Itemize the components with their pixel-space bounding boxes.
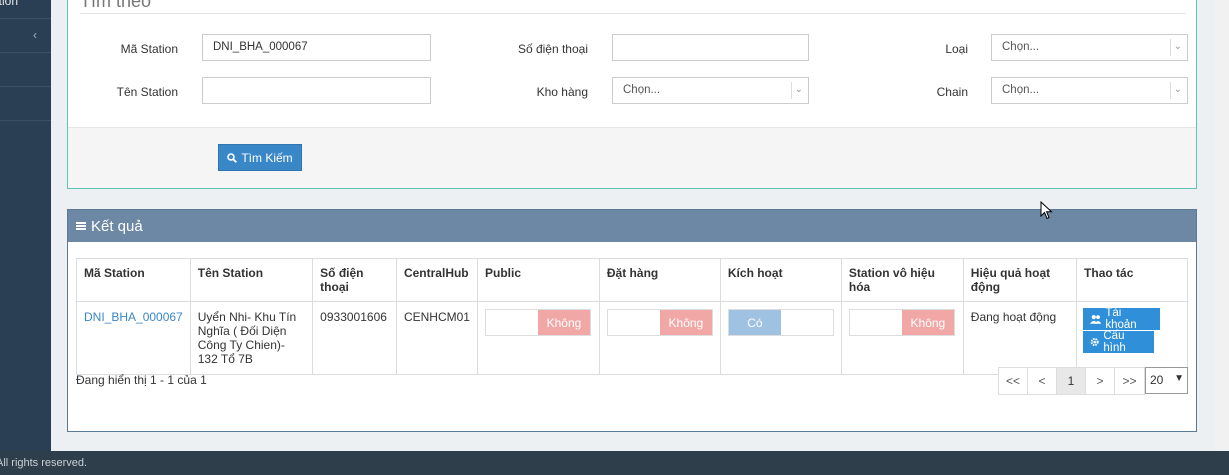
result-title: Kết quả [91,217,143,235]
config-button[interactable]: Cấu hình [1083,330,1155,354]
col-header[interactable]: Station vô hiệu hóa [840,258,964,302]
public-cell: Không [476,301,600,375]
kho-hang-value: Chọn... [623,84,661,96]
chain-label: Chain [936,85,968,99]
vo-hieu-hoa-cell: Không [840,301,964,375]
chain-select[interactable]: Chọn... ⌄ [991,77,1188,104]
divider [1170,39,1171,56]
page-first[interactable]: << [999,368,1028,394]
vo-hieu-hoa-toggle[interactable]: Không [848,309,955,336]
toggle-state: Không [659,310,712,335]
page-size-select[interactable]: 20 ▼ [1145,367,1188,394]
search-legend: Tìm theo [80,0,152,11]
toggle-state: Có [728,310,781,335]
loai-label: Loại [945,42,968,56]
page-next[interactable]: > [1086,368,1115,394]
table-header-row: Mã Station Tên Station Số điện thoại Cen… [76,258,1188,302]
pagination: << < 1 > >> [998,367,1145,395]
sidebar-item-station[interactable]: ation [0,0,51,19]
page-scrollbar[interactable] [1215,0,1229,451]
search-footer: Tìm Kiếm [68,127,1196,188]
chevron-down-icon: ⌄ [1173,84,1182,95]
users-icon [1090,315,1102,324]
chevron-down-icon: ▼ [1174,373,1184,384]
public-toggle[interactable]: Không [484,309,591,336]
kich-hoat-cell: Có [719,301,842,375]
search-button-label: Tìm Kiếm [241,150,293,165]
divider [80,13,1186,14]
dat-hang-toggle[interactable]: Không [606,309,713,336]
page-prev[interactable]: < [1028,368,1057,394]
col-header[interactable]: Hiệu quả hoạt động [962,258,1078,302]
toggle-state: Không [537,310,590,335]
col-header[interactable]: Đặt hàng [598,258,721,302]
result-panel: Kết quả Mã Station Tên Station Số điện t… [67,209,1197,432]
chevron-down-icon: ⌄ [794,84,803,95]
divider [1170,82,1171,99]
chain-value: Chọn... [1002,84,1040,96]
sidebar-item[interactable] [0,53,51,87]
loai-select[interactable]: Chọn... ⌄ [991,34,1188,61]
result-header: Kết quả [68,210,1196,242]
col-header[interactable]: Public [476,258,600,302]
kho-hang-select[interactable]: Chọn... ⌄ [612,77,809,104]
toggle-state: Không [901,310,954,335]
page-last[interactable]: >> [1115,368,1144,394]
ma-station-link[interactable]: DNI_BHA_000067 [76,301,191,375]
actions-cell: Tài khoản Cấu hình [1076,301,1188,375]
gear-icon [1090,337,1099,347]
col-header[interactable]: CentralHub [395,258,478,302]
sdt-input[interactable] [612,34,809,61]
col-header[interactable]: Kích hoạt [719,258,842,302]
chevron-down-icon: ⌄ [1173,41,1182,52]
dat-hang-cell: Không [598,301,721,375]
account-button[interactable]: Tài khoản [1083,307,1161,331]
sdt-label: Số điện thoại [517,42,588,56]
config-button-label: Cấu hình [1103,330,1126,354]
sdt-cell: 0933001606 [312,301,397,375]
kich-hoat-toggle[interactable]: Có [727,309,834,336]
ten-station-label: Tên Station [116,85,178,99]
sidebar-item[interactable] [0,87,51,121]
mouse-cursor-icon [1040,201,1053,220]
sidebar-item-collapse[interactable]: ‹ [0,19,51,53]
page-number[interactable]: 1 [1057,368,1086,394]
account-button-label: Tài khoản [1105,307,1137,331]
sidebar-item-label: ation [0,0,19,8]
ma-station-input[interactable]: DNI_BHA_000067 [202,34,431,61]
kho-hang-label: Kho hàng [536,85,588,99]
hieu-qua-cell: Đang hoạt động [962,301,1078,375]
divider [791,82,792,99]
search-button[interactable]: Tìm Kiếm [218,144,302,171]
search-icon [227,152,238,163]
col-header[interactable]: Thao tác [1076,258,1188,302]
sidebar: ation ‹ [0,0,51,451]
chevron-left-icon[interactable]: ‹ [33,28,37,42]
table-row: DNI_BHA_000067 Uyển Nhi- Khu Tín Nghĩa (… [76,301,1188,375]
ten-station-input[interactable] [202,77,431,104]
list-icon [76,222,86,230]
loai-value: Chọn... [1002,41,1040,53]
footer: All rights reserved. [0,451,1229,475]
col-header[interactable]: Tên Station [189,258,314,302]
showing-text: Đang hiển thị 1 - 1 của 1 [76,373,207,387]
col-header[interactable]: Mã Station [76,258,191,302]
col-header[interactable]: Số điện thoại [312,258,397,302]
search-panel: Tìm theo Mã Station DNI_BHA_000067 Tên S… [67,0,1197,189]
central-hub-cell: CENHCM01 [395,301,478,375]
footer-text: All rights reserved. [0,457,88,469]
result-table: Mã Station Tên Station Số điện thoại Cen… [76,258,1188,375]
ten-station-cell: Uyển Nhi- Khu Tín Nghĩa ( Đối Diện Công … [189,301,314,375]
ma-station-label: Mã Station [120,42,178,56]
page-size-value: 20 [1150,373,1164,387]
